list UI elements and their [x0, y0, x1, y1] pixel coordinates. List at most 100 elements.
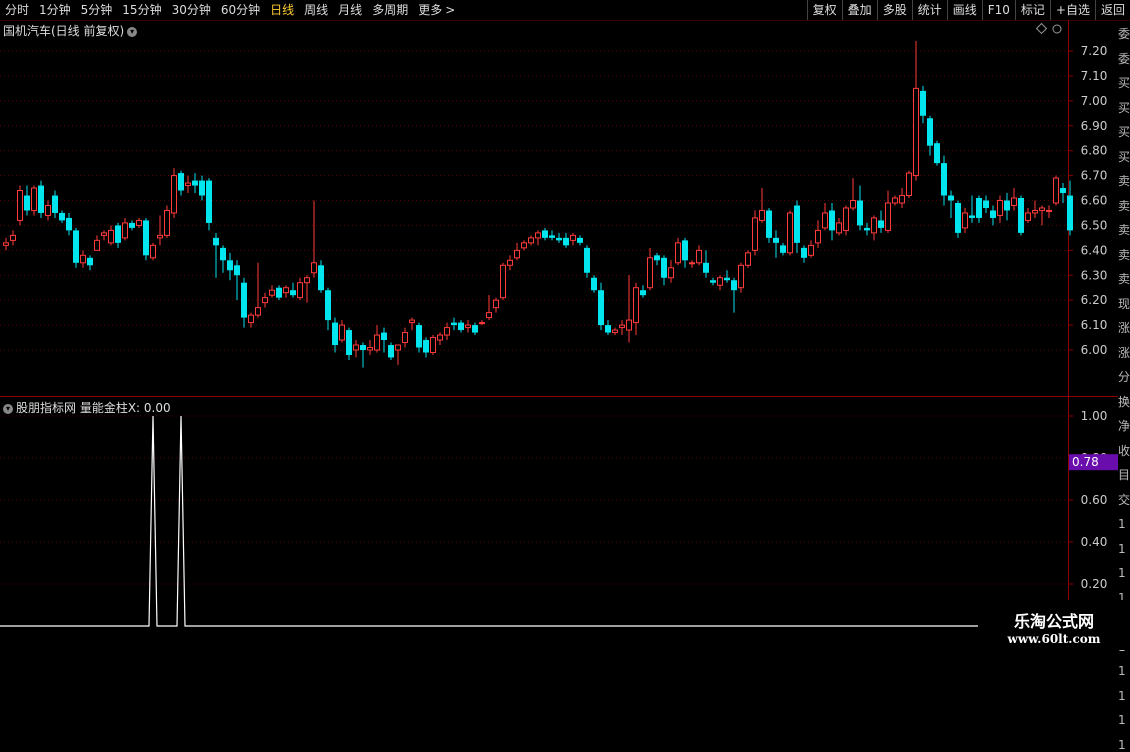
candle-body-down: [192, 180, 198, 186]
candle-body-up: [255, 307, 261, 316]
candle-body-down: [654, 255, 660, 261]
candle-body-up: [101, 232, 107, 236]
candle-body-down: [640, 290, 646, 296]
kline-chart[interactable]: 7.20 7.10 7.00 6.90 6.80 6.70 6.60 6.50 6.40 6.30…: [0, 0, 1118, 630]
candle-body-down: [220, 247, 226, 261]
candle-body-up: [1053, 177, 1059, 204]
candle-body-down: [1060, 188, 1066, 194]
quote-label-fragment: 委: [1118, 51, 1130, 66]
candle-body-up: [892, 197, 898, 204]
price-tick-label: 7.20: [1081, 44, 1108, 58]
candle-body-down: [661, 257, 667, 278]
candle-body-up: [759, 209, 765, 221]
candle-body-up: [535, 232, 541, 239]
candle-body-down: [556, 237, 562, 241]
quote-label-fragment: 1: [1118, 713, 1126, 727]
candle-body-down: [115, 225, 121, 243]
indicator-name-label: 股朋指标网 量能金柱X: 0.00: [16, 401, 171, 415]
candle-body-up: [339, 324, 345, 341]
chevron-down-icon[interactable]: ▾: [127, 26, 138, 37]
candle-body-down: [24, 195, 30, 211]
watermark-title: 乐淘公式网: [1013, 612, 1094, 631]
quote-label-fragment: 交: [1118, 492, 1130, 507]
quote-panel-edge: 委委买买买买卖卖卖卖卖现涨涨分换净收目交1111111111: [1118, 20, 1130, 751]
indicator-line: [0, 415, 978, 627]
candle-body-up: [885, 202, 891, 231]
candle-body-down: [955, 202, 961, 233]
candle-body-down: [780, 245, 786, 253]
current-value-label: 0.78: [1072, 455, 1099, 469]
price-tick-label: 6.50: [1081, 218, 1108, 232]
candle-body-up: [850, 200, 856, 209]
candle-body-up: [843, 207, 849, 231]
candle-body-up: [150, 244, 156, 259]
candle-body-up: [1032, 209, 1038, 214]
candle-body-up: [80, 254, 86, 264]
candle-body-up: [836, 222, 842, 234]
candle-body-up: [136, 219, 142, 226]
candle-body-down: [976, 198, 982, 218]
candle-body-up: [815, 229, 821, 244]
candle-body-up: [185, 182, 191, 187]
diamond-icon: [1035, 22, 1048, 35]
candle-body-down: [276, 287, 282, 298]
candle-body-down: [794, 205, 800, 243]
quote-label-fragment: 涨: [1118, 321, 1130, 335]
candle-body-down: [1004, 200, 1010, 211]
indicator-tick-label: 0.60: [1081, 493, 1108, 507]
candle-body-down: [458, 322, 464, 331]
quote-label-fragment: 1: [1118, 688, 1126, 703]
candle-body-up: [297, 282, 303, 299]
candle-body-up: [962, 212, 968, 229]
candle-body-down: [934, 143, 940, 164]
candle-body-down: [234, 265, 240, 276]
candle-body-down: [577, 237, 583, 243]
candle-body-down: [766, 210, 772, 238]
candle-body-down: [983, 200, 989, 208]
indicator-tick-label: 0.40: [1081, 535, 1108, 549]
candle-body-up: [269, 289, 275, 296]
candle-body-down: [710, 280, 716, 283]
candle-body-down: [1018, 198, 1024, 233]
candle-body-up: [283, 287, 289, 294]
candle-body-up: [1025, 212, 1031, 221]
candle-body-up: [311, 262, 317, 274]
candle-body-up: [465, 324, 471, 329]
quote-label-fragment: 目: [1118, 468, 1130, 482]
candle-body-up: [367, 347, 373, 351]
candle-body-up: [1039, 207, 1045, 211]
candle-body-up: [647, 257, 653, 289]
candle-body-down: [591, 277, 597, 291]
quote-label-fragment: 净: [1118, 419, 1130, 433]
indicator-tick-label: 0.20: [1081, 577, 1108, 591]
candle-body-down: [920, 90, 926, 116]
candle-body-up: [444, 327, 450, 336]
candle-body-up: [528, 237, 534, 244]
candle-body-up: [619, 324, 625, 329]
watermark-logo: 乐淘公式网 www.60lt.com: [978, 600, 1130, 650]
quote-label-fragment: 卖: [1118, 223, 1130, 237]
quote-label-fragment: 换: [1118, 394, 1130, 409]
candle-body-down: [423, 340, 429, 353]
candle-body-up: [10, 234, 16, 241]
indicator-title: ▾ 股朋指标网 量能金柱X: 0.00: [3, 399, 171, 416]
quote-label-fragment: 卖: [1118, 198, 1130, 213]
price-tick-label: 7.10: [1081, 69, 1108, 83]
candle-body-up: [395, 344, 401, 351]
candle-body-down: [927, 118, 933, 146]
candle-body-down: [73, 230, 79, 263]
quote-label-fragment: 买: [1118, 76, 1130, 90]
candle-body-down: [346, 330, 352, 355]
chevron-down-icon[interactable]: ▾: [3, 403, 13, 414]
candle-body-down: [227, 260, 233, 271]
quote-label-fragment: 1: [1118, 737, 1126, 752]
candle-body-down: [682, 240, 688, 261]
quote-label-fragment: 1: [1118, 541, 1126, 556]
candle-body-up: [31, 187, 37, 211]
quote-label-fragment: 涨: [1118, 345, 1130, 360]
quote-label-fragment: 分: [1118, 370, 1130, 384]
price-tick-label: 6.40: [1081, 243, 1108, 257]
candle-body-up: [374, 334, 380, 351]
candle-body-up: [248, 314, 254, 324]
candle-body-down: [199, 180, 205, 196]
